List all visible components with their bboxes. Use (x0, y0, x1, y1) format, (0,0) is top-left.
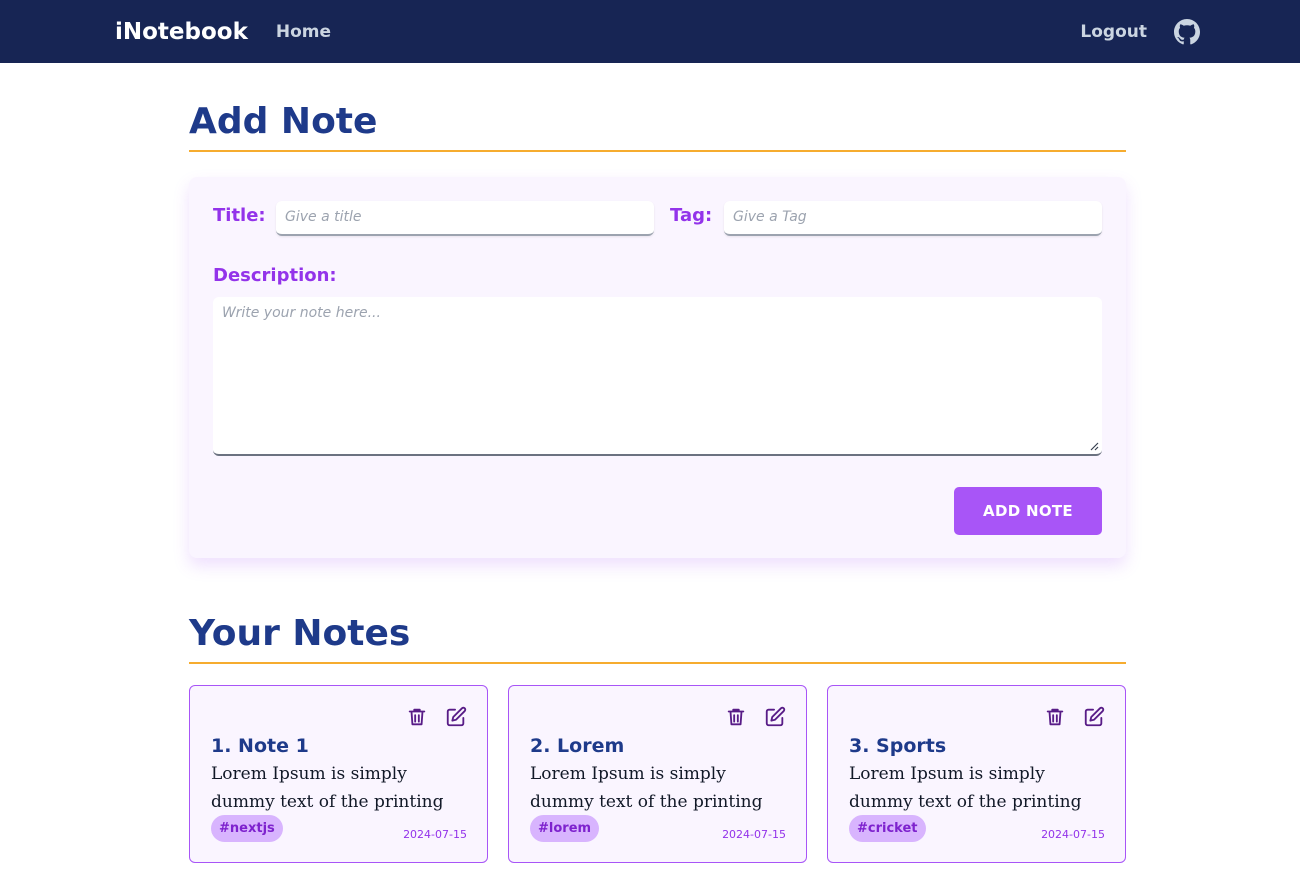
trash-icon[interactable] (406, 706, 428, 728)
trash-icon[interactable] (725, 706, 747, 728)
add-note-divider (189, 150, 1126, 152)
note-date: 2024-07-15 (722, 828, 786, 841)
note-card: 1. Note 1 Lorem Ipsum is simply dummy te… (189, 685, 488, 863)
nav-home-link[interactable]: Home (276, 22, 331, 42)
your-notes-heading: Your Notes (189, 613, 411, 654)
resize-handle-icon[interactable] (1090, 442, 1099, 451)
note-card: 2. Lorem Lorem Ipsum is simply dummy tex… (508, 685, 807, 863)
title-label: Title: (213, 205, 266, 226)
note-actions (725, 706, 786, 728)
edit-icon[interactable] (1083, 706, 1105, 728)
note-actions (1044, 706, 1105, 728)
edit-icon[interactable] (445, 706, 467, 728)
notes-list: 1. Note 1 Lorem Ipsum is simply dummy te… (189, 685, 1126, 863)
tag-input[interactable]: Give a Tag (724, 201, 1102, 236)
add-note-form: Title: Give a title Tag: Give a Tag Desc… (189, 177, 1126, 558)
navbar: iNotebook Home Logout (0, 0, 1300, 63)
trash-icon[interactable] (1044, 706, 1066, 728)
note-date: 2024-07-15 (403, 828, 467, 841)
your-notes-divider (189, 662, 1126, 664)
github-icon[interactable] (1174, 18, 1200, 45)
note-date: 2024-07-15 (1041, 828, 1105, 841)
title-input[interactable]: Give a title (276, 201, 654, 236)
logout-link[interactable]: Logout (1080, 22, 1147, 42)
note-title: 1. Note 1 (211, 735, 309, 757)
description-textarea[interactable]: Write your note here... (213, 297, 1102, 456)
note-title: 2. Lorem (530, 735, 625, 757)
note-card: 3. Sports Lorem Ipsum is simply dummy te… (827, 685, 1126, 863)
note-tag: #lorem (530, 815, 600, 842)
brand-logo[interactable]: iNotebook (115, 19, 248, 45)
tag-label: Tag: (670, 205, 713, 226)
add-note-heading: Add Note (189, 101, 378, 142)
edit-icon[interactable] (764, 706, 786, 728)
note-tag: #cricket (849, 815, 926, 842)
add-note-button[interactable]: ADD NOTE (954, 487, 1102, 535)
note-actions (406, 706, 467, 728)
note-title: 3. Sports (849, 735, 947, 757)
description-label: Description: (213, 265, 337, 286)
note-tag: #nextjs (211, 815, 283, 842)
description-placeholder: Write your note here... (222, 305, 381, 321)
